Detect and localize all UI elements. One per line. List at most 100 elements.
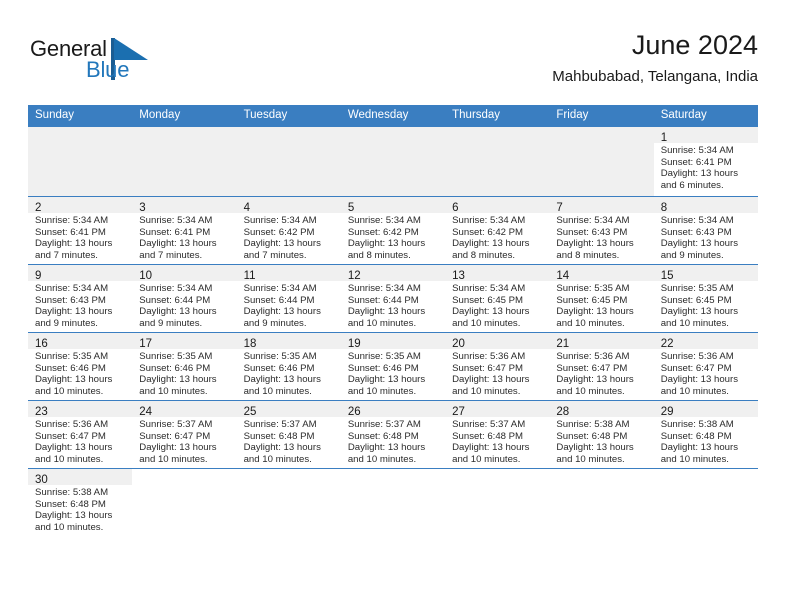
daylight-text-line1: Daylight: 13 hours [139, 238, 217, 250]
general-blue-logo[interactable]: General Blue [28, 36, 208, 88]
sunrise-text: Sunrise: 5:36 AM [660, 351, 734, 362]
calendar-day-cell[interactable]: 19 Sunrise: 5:35 AM Sunset: 6:46 PM Dayligh… [340, 332, 446, 401]
sunrise-text: Sunrise: 5:37 AM [139, 419, 213, 430]
calendar-day-cell[interactable]: 16 Sunrise: 5:35 AM Sunset: 6:46 PM Dayligh… [28, 332, 133, 401]
cell-body: Sunrise: 5:36 AM Sunset: 6:47 PM Daylight:… [654, 349, 758, 398]
sunset-text: Sunset: 6:41 PM [35, 226, 106, 238]
daylight-text-line2: and 9 minutes. [243, 318, 307, 330]
cell-body: Sunrise: 5:34 AM Sunset: 6:44 PM Daylight:… [132, 281, 236, 330]
cell-body: Sunrise: 5:34 AM Sunset: 6:44 PM Daylight:… [341, 281, 445, 330]
day-number: 20 [452, 338, 465, 350]
day-number-band [549, 127, 654, 143]
calendar-day-cell[interactable]: 21 Sunrise: 5:36 AM Sunset: 6:47 PM Dayligh… [549, 332, 654, 401]
cell-body: Sunrise: 5:35 AM Sunset: 6:46 PM Daylight:… [28, 349, 132, 398]
calendar-day-cell[interactable]: 27 Sunrise: 5:37 AM Sunset: 6:48 PM Dayligh… [445, 400, 550, 469]
cell-body: Sunrise: 5:35 AM Sunset: 6:45 PM Daylight:… [549, 281, 653, 330]
calendar-day-cell[interactable]: 20 Sunrise: 5:36 AM Sunset: 6:47 PM Dayligh… [445, 332, 550, 401]
calendar-cell-blank [445, 468, 550, 536]
calendar-day-cell[interactable]: 30 Sunrise: 5:38 AM Sunset: 6:48 PM Dayligh… [28, 468, 133, 536]
calendar-day-cell[interactable]: 14 Sunrise: 5:35 AM Sunset: 6:45 PM Dayligh… [549, 264, 654, 333]
day-number: 12 [347, 270, 361, 282]
day-number-band: 16 [28, 333, 133, 350]
day-number: 10 [139, 270, 153, 282]
calendar-day-cell[interactable]: 8 Sunrise: 5:34 AM Sunset: 6:43 PM Daylight… [653, 196, 758, 265]
cell-body: Sunrise: 5:38 AM Sunset: 6:48 PM Daylight:… [549, 417, 653, 466]
calendar-day-cell[interactable]: 7 Sunrise: 5:34 AM Sunset: 6:43 PM Daylight… [549, 196, 654, 265]
daylight-text-line1: Daylight: 13 hours [347, 374, 426, 386]
cell-body: Sunrise: 5:35 AM Sunset: 6:46 PM Daylight:… [341, 349, 445, 398]
daylight-text-line2: and 10 minutes. [556, 454, 625, 466]
calendar-day-cell[interactable]: 12 Sunrise: 5:34 AM Sunset: 6:44 PM Dayligh… [340, 264, 446, 333]
daylight-text-line1: Daylight: 13 hours [243, 306, 321, 318]
daylight-text-line2: and 10 minutes. [556, 386, 625, 398]
day-number: 25 [243, 406, 257, 418]
calendar-day-cell[interactable]: 1 Sunrise: 5:34 AM Sunset: 6:41 PM Daylight… [653, 127, 758, 197]
daylight-text-line1: Daylight: 13 hours [660, 442, 739, 454]
calendar-day-cell[interactable]: 10 Sunrise: 5:34 AM Sunset: 6:44 PM Dayligh… [132, 264, 237, 333]
cell-body: Sunrise: 5:37 AM Sunset: 6:48 PM Daylight:… [445, 417, 549, 466]
sunset-text: Sunset: 6:48 PM [452, 430, 524, 442]
day-number-band: 17 [132, 333, 237, 350]
calendar-day-cell[interactable]: 6 Sunrise: 5:34 AM Sunset: 6:42 PM Daylight… [445, 196, 550, 265]
daylight-text-line2: and 8 minutes. [556, 250, 620, 262]
calendar-cell-empty [236, 127, 341, 197]
sunset-text: Sunset: 6:48 PM [243, 430, 315, 442]
calendar-day-cell[interactable]: 11 Sunrise: 5:34 AM Sunset: 6:44 PM Dayligh… [236, 264, 341, 333]
calendar-day-cell[interactable]: 13 Sunrise: 5:34 AM Sunset: 6:45 PM Dayligh… [445, 264, 550, 333]
calendar-day-cell[interactable]: 23 Sunrise: 5:36 AM Sunset: 6:47 PM Dayligh… [28, 400, 133, 469]
cell-body: Sunrise: 5:36 AM Sunset: 6:47 PM Daylight:… [445, 349, 549, 398]
logo-text-blue: Blue [86, 57, 130, 82]
daylight-text-line2: and 10 minutes. [243, 386, 312, 398]
day-number-band: 28 [549, 401, 654, 418]
day-number-band: 15 [653, 265, 758, 282]
daylight-text-line1: Daylight: 13 hours [660, 306, 739, 318]
calendar-day-cell[interactable]: 5 Sunrise: 5:34 AM Sunset: 6:42 PM Daylight… [340, 196, 446, 265]
daylight-text-line2: and 8 minutes. [452, 250, 516, 262]
calendar-cell-blank [653, 468, 758, 536]
cell-body: Sunrise: 5:34 AM Sunset: 6:43 PM Daylight:… [654, 213, 758, 262]
calendar-day-cell[interactable]: 28 Sunrise: 5:38 AM Sunset: 6:48 PM Dayligh… [549, 400, 654, 469]
day-number: 19 [347, 338, 361, 350]
daylight-text-line2: and 10 minutes. [139, 386, 208, 398]
day-number: 14 [556, 270, 570, 282]
daylight-text-line1: Daylight: 13 hours [139, 306, 217, 318]
day-number-band: 21 [549, 333, 654, 350]
cell-body: Sunrise: 5:34 AM Sunset: 6:42 PM Daylight:… [445, 213, 549, 262]
calendar-day-cell[interactable]: 18 Sunrise: 5:35 AM Sunset: 6:46 PM Dayligh… [236, 332, 341, 401]
calendar-day-cell[interactable]: 22 Sunrise: 5:36 AM Sunset: 6:47 PM Dayligh… [653, 332, 758, 401]
day-number-band: 29 [653, 401, 758, 418]
daylight-text-line1: Daylight: 13 hours [35, 238, 113, 250]
day-number-band: 10 [132, 265, 237, 282]
day-number-band [445, 127, 550, 143]
daylight-text-line1: Daylight: 13 hours [660, 168, 739, 180]
daylight-text-line1: Daylight: 13 hours [35, 442, 113, 454]
day-number-band: 12 [340, 265, 446, 282]
day-number-band: 11 [236, 265, 341, 282]
calendar-day-cell[interactable]: 17 Sunrise: 5:35 AM Sunset: 6:46 PM Dayligh… [132, 332, 237, 401]
calendar-cell-empty [28, 127, 133, 197]
calendar-day-cell[interactable]: 9 Sunrise: 5:34 AM Sunset: 6:43 PM Daylight… [28, 264, 133, 333]
daylight-text-line2: and 10 minutes. [660, 454, 729, 466]
calendar-cell-blank [340, 468, 446, 536]
calendar-day-cell[interactable]: 25 Sunrise: 5:37 AM Sunset: 6:48 PM Dayligh… [236, 400, 341, 469]
calendar-cell-empty [132, 127, 237, 197]
day-number-band: 22 [653, 333, 758, 350]
calendar-day-cell[interactable]: 3 Sunrise: 5:34 AM Sunset: 6:41 PM Daylight… [132, 196, 237, 265]
calendar-day-cell[interactable]: 15 Sunrise: 5:35 AM Sunset: 6:45 PM Dayligh… [653, 264, 758, 333]
cell-body: Sunrise: 5:34 AM Sunset: 6:41 PM Daylight:… [654, 143, 758, 192]
day-number-band: 3 [132, 197, 237, 214]
day-number-band: 8 [653, 197, 758, 214]
day-number-band: 6 [445, 197, 550, 214]
calendar-day-cell[interactable]: 2 Sunrise: 5:34 AM Sunset: 6:41 PM Daylight… [28, 196, 133, 265]
calendar-week-row: 9 Sunrise: 5:34 AM Sunset: 6:43 PM Daylight… [28, 264, 758, 333]
calendar-day-cell[interactable]: 26 Sunrise: 5:37 AM Sunset: 6:48 PM Dayligh… [340, 400, 446, 469]
calendar-day-cell[interactable]: 29 Sunrise: 5:38 AM Sunset: 6:48 PM Dayligh… [653, 400, 758, 469]
sunrise-text: Sunrise: 5:35 AM [660, 283, 734, 294]
day-number: 29 [660, 406, 674, 418]
sunrise-text: Sunrise: 5:35 AM [347, 351, 421, 362]
calendar-day-cell[interactable]: 4 Sunrise: 5:34 AM Sunset: 6:42 PM Daylight… [236, 196, 341, 265]
sunset-text: Sunset: 6:48 PM [347, 430, 419, 442]
cell-body: Sunrise: 5:34 AM Sunset: 6:41 PM Daylight:… [132, 213, 236, 262]
day-number: 24 [139, 406, 153, 418]
calendar-day-cell[interactable]: 24 Sunrise: 5:37 AM Sunset: 6:47 PM Dayligh… [132, 400, 237, 469]
